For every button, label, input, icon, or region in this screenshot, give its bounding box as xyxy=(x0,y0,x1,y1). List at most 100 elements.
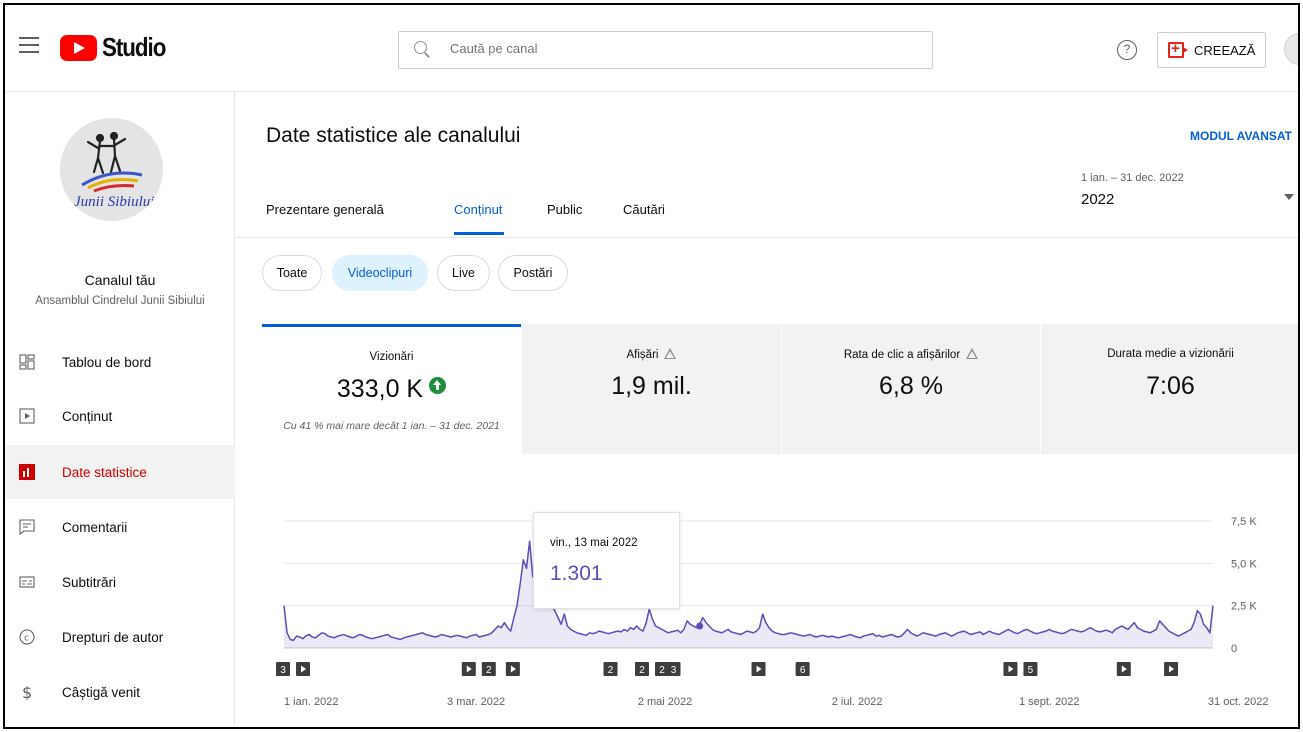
metric-value: 6,8 % xyxy=(879,372,943,400)
x-tick-label: 1 ian. 2022 xyxy=(284,696,338,708)
y-tick-label: 5,0 K xyxy=(1231,558,1257,570)
sidebar-item-content[interactable]: Conținut xyxy=(5,389,235,443)
metric-value: 333,0 K xyxy=(336,375,424,403)
metric-card-avg-duration[interactable]: Durata medie a vizionării 7:06 xyxy=(1041,324,1298,454)
metric-card-impressions[interactable]: Afișări 1,9 mil. xyxy=(522,324,781,454)
comments-icon xyxy=(19,519,35,535)
sidebar-item-copyright[interactable]: c Drepturi de autor xyxy=(5,610,235,664)
metric-label: Vizionări xyxy=(369,351,414,363)
account-avatar[interactable] xyxy=(1284,33,1298,65)
svg-text:$: $ xyxy=(22,684,32,700)
divider xyxy=(236,237,1298,238)
y-tick-label: 2,5 K xyxy=(1231,601,1257,613)
svg-text:c: c xyxy=(24,634,29,644)
y-tick-label: 0 xyxy=(1231,643,1237,655)
marker-count-label: 2 xyxy=(639,665,645,676)
trend-up-icon xyxy=(429,377,447,394)
warning-icon[interactable] xyxy=(664,348,677,359)
studio-window: Studio ? CREEAZĂ xyxy=(3,3,1300,729)
logo-text: Studio xyxy=(102,32,166,62)
subtitles-icon xyxy=(19,576,35,588)
metric-label-row: Rata de clic a afișărilor xyxy=(782,348,1040,361)
views-chart-svg: 7,5 K5,0 K2,5 K03222236529+61 ian. 20223… xyxy=(276,516,1269,708)
metric-card-ctr[interactable]: Rata de clic a afișărilor 6,8 % xyxy=(782,324,1040,454)
tab-content[interactable]: Conținut xyxy=(454,202,502,217)
chip-live[interactable]: Live xyxy=(437,255,490,291)
date-range-value: 2022 xyxy=(1081,191,1115,208)
svg-text:Junii Sibiului: Junii Sibiului xyxy=(74,194,154,210)
views-chart[interactable]: 7,5 K5,0 K2,5 K03222236529+61 ian. 20223… xyxy=(236,492,1298,727)
x-tick-label: 1 sept. 2022 xyxy=(1019,696,1080,708)
studio-logo[interactable]: Studio xyxy=(60,32,176,63)
tooltip-value: 1.301 xyxy=(550,562,603,585)
main-content: Date statistice ale canalului MODUL AVAN… xyxy=(236,92,1298,727)
metric-label: Afișări xyxy=(626,349,659,361)
page-title: Date statistice ale canalului xyxy=(266,124,521,147)
search-box[interactable] xyxy=(398,31,933,69)
warning-icon[interactable] xyxy=(966,348,979,359)
metric-card-views[interactable]: Vizionări 333,0 K Cu 41 % mai mare decât… xyxy=(262,324,521,454)
series-line xyxy=(283,540,1214,642)
youtube-play-icon xyxy=(60,34,97,61)
marker-count-label: 2 xyxy=(659,665,665,676)
monetization-icon: $ xyxy=(22,684,32,700)
metric-label-row: Afișări xyxy=(522,348,781,361)
marker-count-label: 5 xyxy=(1028,665,1034,676)
highlight-point xyxy=(696,622,704,630)
sidebar-item-analytics[interactable]: Date statistice xyxy=(5,445,235,499)
sidebar-item-label: Comentarii xyxy=(62,519,128,535)
top-bar: Studio ? CREEAZĂ xyxy=(5,5,1298,92)
marker-count-label: 3 xyxy=(671,665,677,676)
channel-logo-icon: Junii Sibiului xyxy=(60,118,163,221)
channel-name[interactable]: Ansamblul Cindrelul Junii Sibiului xyxy=(5,295,235,307)
channel-avatar[interactable]: Junii Sibiului xyxy=(60,118,163,221)
marker-count-label: 3 xyxy=(280,665,286,676)
search-icon[interactable] xyxy=(414,41,430,57)
tab-research[interactable]: Căutări xyxy=(623,202,665,217)
metric-cards: Vizionări 333,0 K Cu 41 % mai mare decât… xyxy=(262,324,1298,454)
date-range-sub: 1 ian. – 31 dec. 2022 xyxy=(1081,172,1184,184)
create-label: CREEAZĂ xyxy=(1194,42,1256,58)
sidebar-item-label: Subtitrări xyxy=(62,574,117,590)
date-range-picker[interactable]: 1 ian. – 31 dec. 2022 2022 xyxy=(1081,172,1296,222)
active-tab-indicator xyxy=(454,232,504,235)
marker-count-label: 6 xyxy=(800,665,806,676)
metric-comparison: Cu 41 % mai mare decât 1 ian. – 31 dec. … xyxy=(283,420,500,432)
marker-count-label: 2 xyxy=(608,665,614,676)
metric-value: 1,9 mil. xyxy=(611,372,692,400)
create-button[interactable]: CREEAZĂ xyxy=(1157,32,1266,68)
chip-posts[interactable]: Postări xyxy=(498,255,568,291)
channel-title: Canalul tău xyxy=(84,272,156,288)
metric-value-row: 333,0 K xyxy=(262,375,521,404)
x-tick-label: 2 mai 2022 xyxy=(638,696,692,708)
copyright-icon: c xyxy=(19,629,35,645)
x-tick-label: 3 mar. 2022 xyxy=(447,696,505,708)
analytics-icon xyxy=(19,464,35,480)
sidebar-item-comments[interactable]: Comentarii xyxy=(5,500,235,554)
chip-all[interactable]: Toate xyxy=(262,255,322,291)
metric-value: 7:06 xyxy=(1146,372,1195,400)
search-input[interactable] xyxy=(450,41,910,56)
sidebar-item-label: Date statistice xyxy=(62,464,147,480)
content-icon xyxy=(19,408,35,424)
help-icon[interactable]: ? xyxy=(1117,40,1137,60)
sidebar-item-label: Tablou de bord xyxy=(62,354,152,370)
create-video-icon xyxy=(1168,40,1190,59)
tab-overview[interactable]: Prezentare generală xyxy=(266,202,384,217)
menu-icon[interactable] xyxy=(19,37,39,55)
x-tick-label: 31 oct. 2022 xyxy=(1208,696,1269,708)
marker-count-label: 2 xyxy=(486,665,492,676)
tab-audience[interactable]: Public xyxy=(547,202,582,217)
sidebar-item-label: Conținut xyxy=(62,408,113,424)
sidebar-item-label: Drepturi de autor xyxy=(62,629,164,645)
dropdown-arrow-icon xyxy=(1284,194,1294,200)
y-tick-label: 7,5 K xyxy=(1231,516,1257,528)
advanced-mode-link[interactable]: MODUL AVANSAT xyxy=(1190,129,1292,143)
x-tick-label: 2 iul. 2022 xyxy=(832,696,883,708)
chip-videos[interactable]: Videoclipuri xyxy=(332,255,428,291)
metric-label: Rata de clic a afișărilor xyxy=(843,349,961,361)
sidebar-item-subtitles[interactable]: Subtitrări xyxy=(5,555,235,609)
sidebar-item-dashboard[interactable]: Tablou de bord xyxy=(5,335,235,389)
sidebar: Junii Sibiului Canalul tău Ansamblul Cin… xyxy=(5,92,235,727)
sidebar-item-monetization[interactable]: $ Câștigă venit xyxy=(5,665,235,719)
